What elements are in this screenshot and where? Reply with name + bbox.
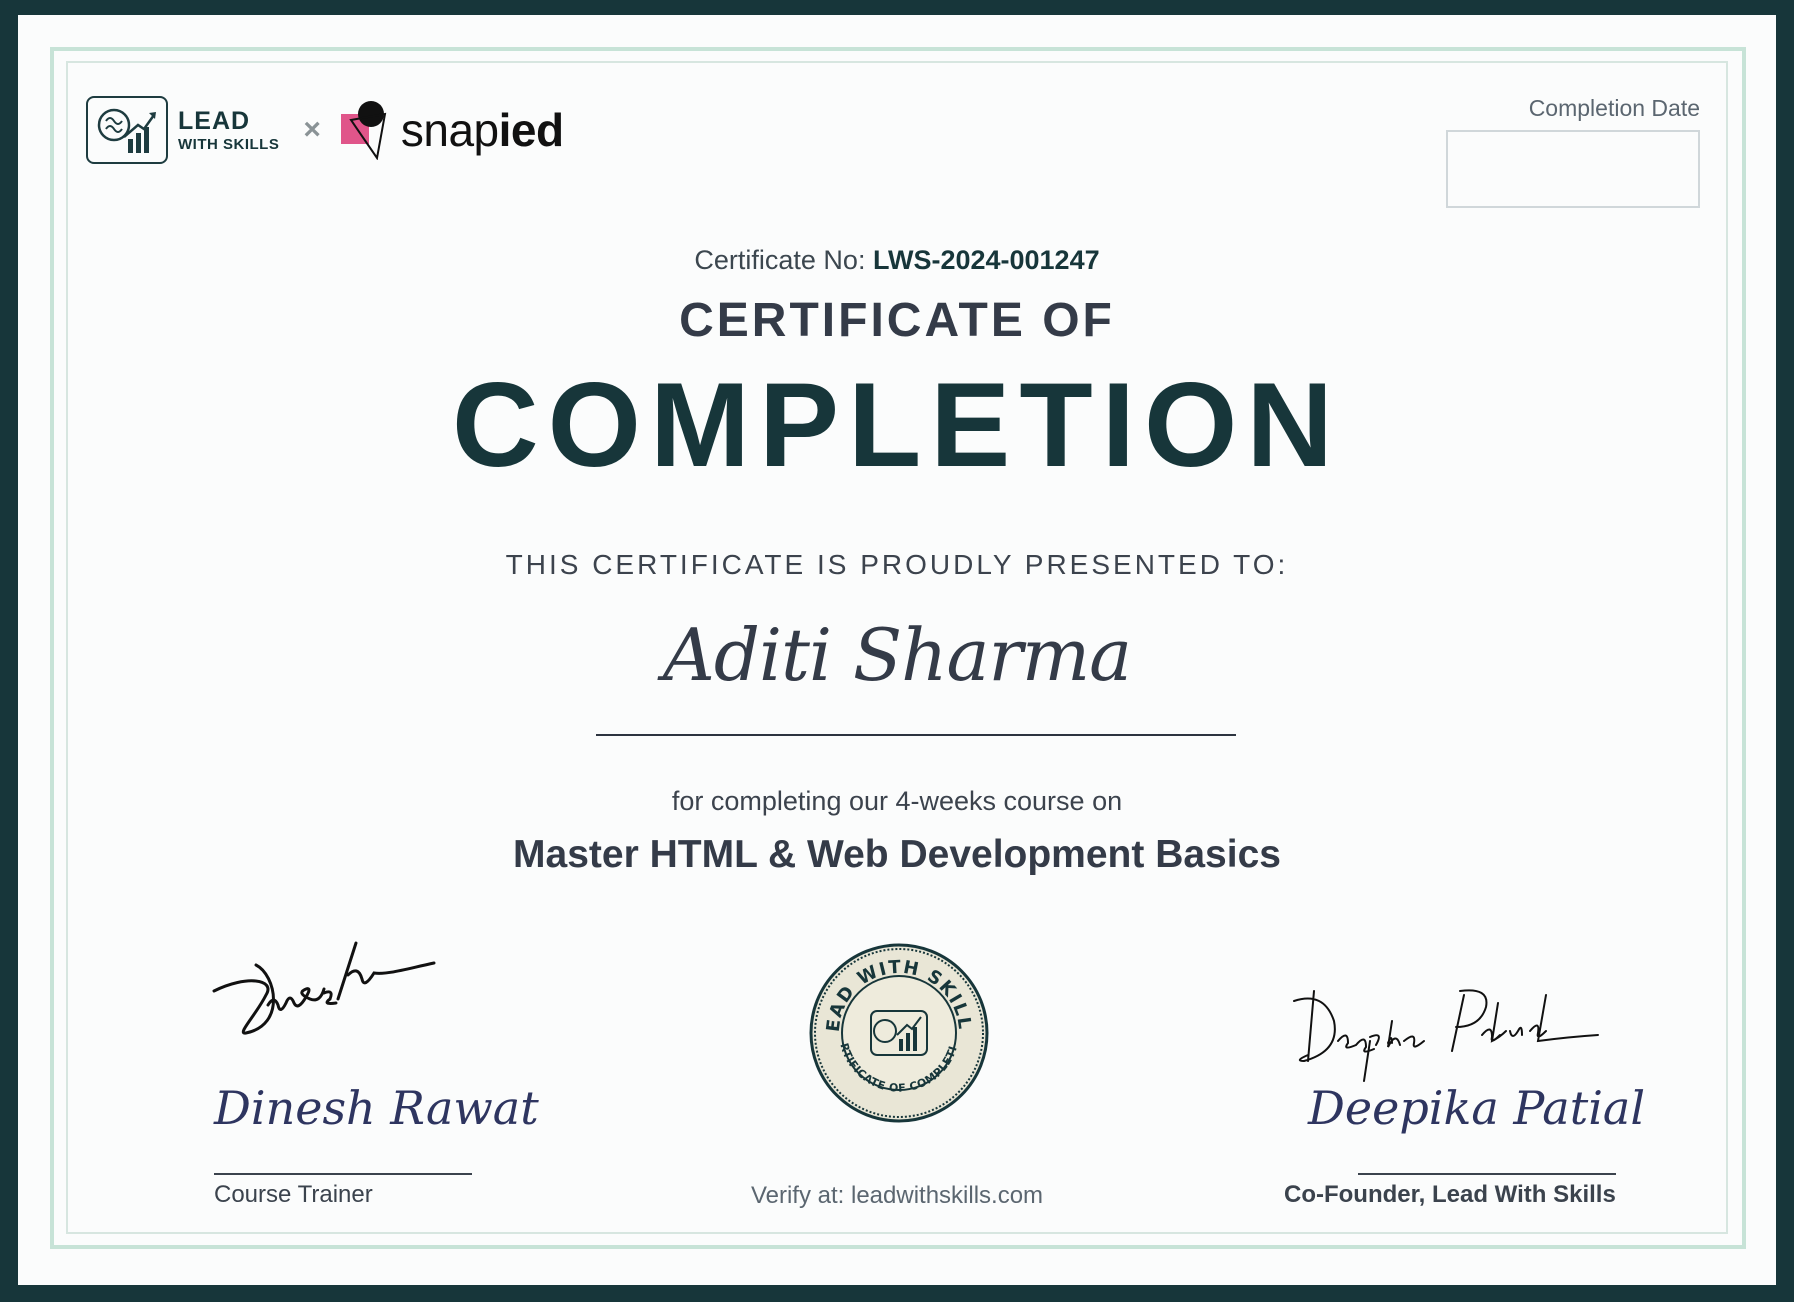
right-signatory-role: Co-Founder, Lead With Skills (1284, 1181, 1616, 1208)
certificate-sheet: LEAD WITH SKILLS × snapied Completion Da… (18, 15, 1776, 1285)
title-line-2: COMPLETION (452, 358, 1342, 492)
right-signature-line (1358, 1173, 1616, 1175)
logo-lead-text: LEAD (178, 106, 251, 135)
lws-logo-text: LEAD WITH SKILLS (178, 106, 280, 153)
snapied-logo-icon (340, 100, 393, 161)
snapied-prefix: snap (400, 104, 499, 156)
title-line-1: CERTIFICATE OF (679, 294, 1115, 347)
right-signatory-name: Deepika Patial (1308, 1081, 1646, 1135)
certificate-number-value: LWS-2024-001247 (872, 245, 1100, 275)
logo-with-skills-text: WITH SKILLS (178, 135, 280, 153)
logo-separator: × (303, 113, 321, 146)
completion-date-box (1446, 130, 1700, 208)
signature-deepika-icon (1293, 989, 1599, 1082)
recipient-underline (596, 734, 1236, 736)
lws-seal-icon: LEAD WITH SKILLS CERTIFICATE OF COMPLETI… (809, 943, 989, 1123)
left-signature-line (214, 1173, 472, 1175)
header-logos: LEAD WITH SKILLS × snapied (86, 85, 564, 175)
certificate-number: Certificate No: LWS-2024-001247 (18, 245, 1776, 276)
signature-dinesh-icon (212, 941, 436, 1035)
presented-to-text: THIS CERTIFICATE IS PROUDLY PRESENTED TO… (505, 549, 1289, 580)
certificate-number-label: Certificate No: (694, 245, 866, 275)
recipient-name: Aditi Sharma (662, 613, 1132, 697)
lws-logo-icon (86, 96, 168, 164)
snapied-suffix: ied (498, 104, 564, 156)
completion-date-label: Completion Date (1528, 95, 1700, 121)
course-intro-text: for completing our 4-weeks course on (671, 786, 1123, 816)
snapied-logo-text: snapied (401, 103, 564, 157)
left-signatory-name: Dinesh Rawat (214, 1081, 539, 1135)
course-title: Master HTML & Web Development Basics (513, 833, 1281, 876)
